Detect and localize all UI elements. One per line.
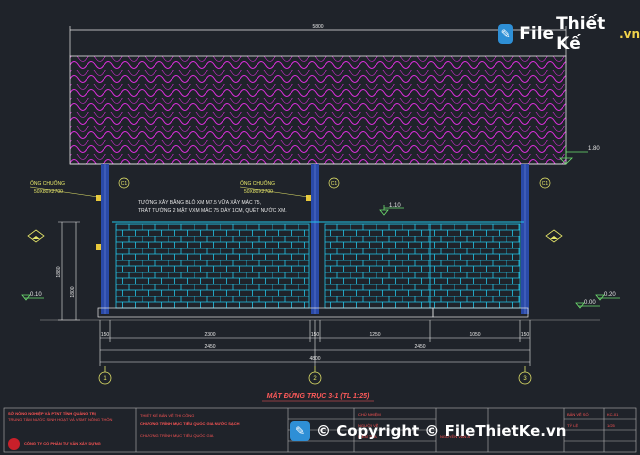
foundation [40, 307, 600, 321]
tb-c1: CHỦ NHIỆM [358, 412, 381, 417]
pipe-right-title: ỐNG CHUỐNG [240, 180, 275, 187]
tag-c1-left: C1 [121, 181, 128, 187]
dim-overall-top: 5800 [312, 24, 323, 30]
filethietke-logo-icon: ✎ [498, 24, 514, 44]
dim-height-total: 1880 [56, 266, 62, 277]
watermark-top: ✎ File Thiết Kế .vn [498, 14, 640, 54]
tb-org: SỞ NÔNG NGHIỆP VÀ PTNT TỈNH QUẢNG TRỊ [8, 411, 96, 416]
brick-wall-left [115, 223, 310, 309]
axis-label-3: 3 [523, 376, 527, 382]
dim-span-left: 2450 [204, 344, 215, 350]
tb-project-hdr: THIẾT KẾ BẢN VẼ THI CÔNG [140, 413, 195, 418]
tb-c5: BẢN VẼ SỐ [567, 412, 589, 417]
pipe-left-title: ỐNG CHUỐNG [30, 180, 65, 187]
level-right-b: 0.00 [584, 300, 596, 306]
dim-span-total: 4800 [309, 356, 320, 362]
dim-span-right: 2450 [414, 344, 425, 350]
dim-seg-mid-a: 150 [311, 332, 320, 338]
tb-project: CHƯƠNG TRÌNH MỤC TIÊU QUỐC GIA NƯỚC SẠCH [140, 421, 240, 426]
dim-post-left: 150 [101, 332, 110, 338]
dim-post-right: 150 [521, 332, 530, 338]
axis-label-1: 1 [103, 376, 107, 382]
tag-c1-mid: C1 [331, 181, 338, 187]
brick-wall-right [429, 223, 521, 309]
company-logo-icon [8, 438, 20, 450]
note-line-1: TƯỜNG XÂY BẰNG BLÔ XM M7.5 VỮA XÂY MÁC 7… [138, 198, 261, 206]
tb-c8: 1/25 [607, 423, 615, 428]
dim-seg-mid-b: 1250 [369, 332, 380, 338]
tag-c1-right: C1 [542, 181, 549, 187]
level-left-base: 0.10 [30, 292, 42, 298]
elevation-drawing: 5800 150 2300 150 1250 1050 150 2450 245… [3, 24, 637, 453]
watermark-bottom-text: © Copyright © FileThietKe.vn [316, 422, 567, 440]
tb-org2: TRUNG TÂM NƯỚC SINH HOẠT VÀ VSMT NÔNG TH… [8, 417, 113, 422]
tb-c6: KC-01 [607, 412, 619, 417]
tb-c7: TỶ LỆ [567, 423, 579, 428]
level-markers [21, 146, 620, 309]
drawing-title: MẶT ĐỨNG TRỤC 3-1 (TL 1:25) [267, 391, 370, 400]
dim-seg-left: 2300 [204, 332, 215, 338]
watermark-top-c: .vn [619, 27, 640, 41]
filethietke-logo-icon-bottom: ✎ [290, 421, 310, 441]
roof-tiles [69, 55, 567, 165]
note-line-2: TRÁT TƯỜNG 2 MẶT VXM MÁC 75 DÀY 1CM, QUÉ… [138, 207, 287, 214]
watermark-bottom: ✎ © Copyright © FileThietKe.vn [290, 421, 566, 441]
tb-company: CÔNG TY CỔ PHẦN TƯ VẤN XÂY DỰNG [24, 441, 101, 446]
level-right-a: 0.20 [604, 292, 616, 298]
axis-label-2: 2 [313, 376, 317, 382]
top-dimension [69, 26, 567, 56]
level-roof: 1.80 [588, 146, 600, 152]
watermark-top-b: Thiết Kế [556, 14, 606, 54]
watermark-top-a: File [519, 24, 555, 44]
tb-sub: CHƯƠNG TRÌNH MỤC TIÊU QUỐC GIA [140, 433, 214, 438]
dim-height-part: 1800 [70, 286, 76, 297]
dim-seg-right: 1050 [469, 332, 480, 338]
level-wall-top: 1.10 [389, 203, 401, 209]
brick-wall-mid [324, 223, 431, 309]
